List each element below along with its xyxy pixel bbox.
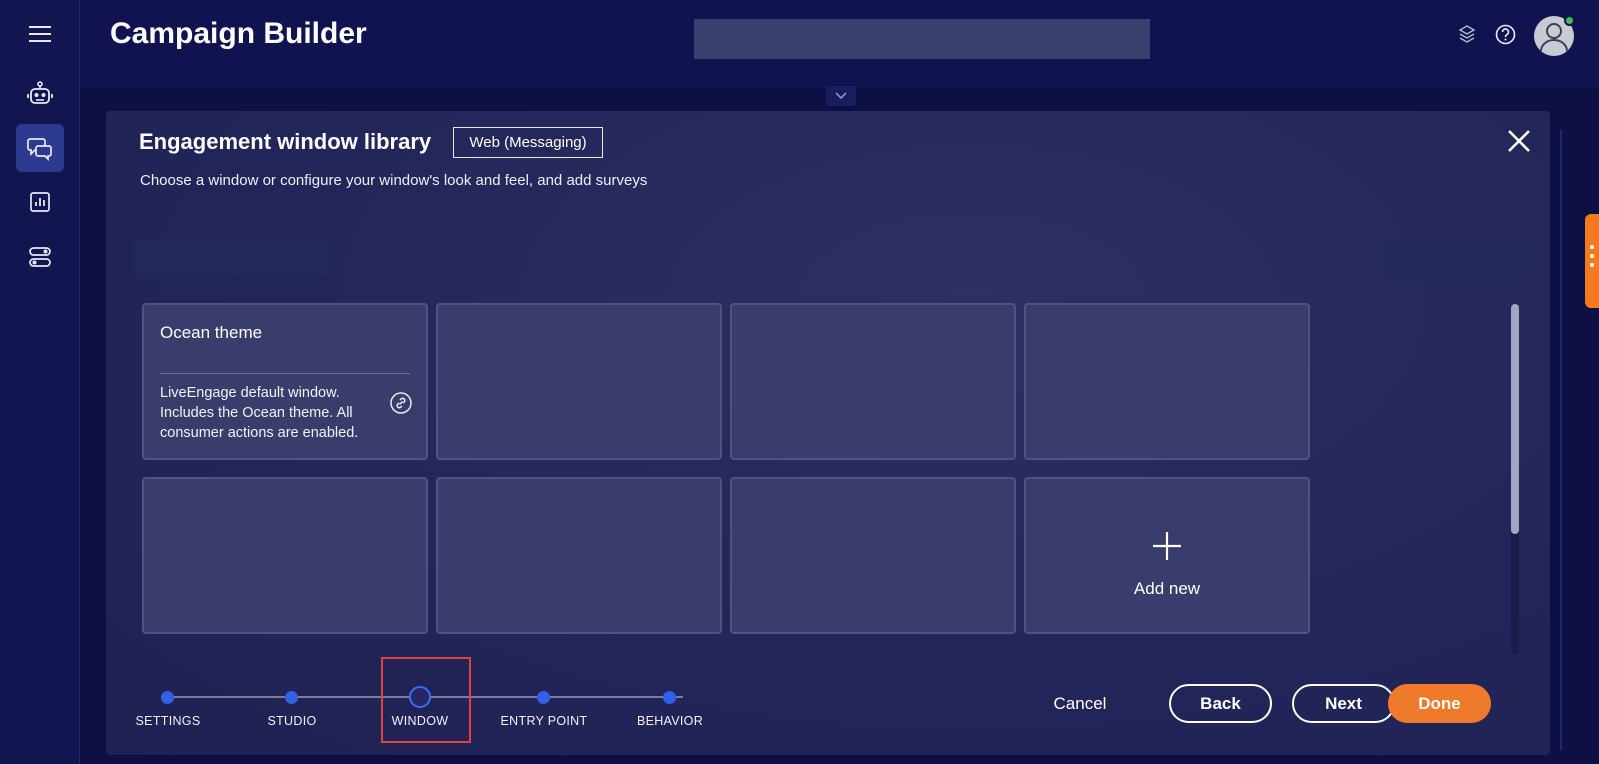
step-dot-settings[interactable]	[161, 691, 174, 704]
step-label-behavior: BEHAVIOR	[636, 714, 704, 728]
current-step-highlight	[381, 657, 471, 743]
help-icon	[1495, 24, 1516, 45]
menu-icon	[29, 26, 51, 42]
top-header: Campaign Builder	[80, 0, 1599, 88]
window-card[interactable]	[436, 477, 722, 634]
card-divider	[160, 373, 410, 374]
left-sidebar	[0, 0, 80, 764]
sidebar-item-bots[interactable]	[16, 70, 64, 118]
step-label-studio: STUDIO	[267, 714, 317, 728]
modal-subtitle: Choose a window or configure your window…	[140, 172, 648, 189]
chevron-down-icon	[835, 92, 847, 100]
add-new-window-card[interactable]: Add new	[1024, 477, 1310, 634]
layers-button[interactable]	[1458, 24, 1476, 49]
plus-icon	[1152, 531, 1182, 566]
close-icon	[1508, 130, 1530, 152]
window-card[interactable]	[436, 303, 722, 460]
help-button[interactable]	[1495, 24, 1516, 50]
right-rail-divider	[1560, 130, 1562, 750]
side-panel-handle[interactable]	[1585, 214, 1599, 308]
step-label-settings: SETTINGS	[135, 714, 201, 728]
scrollbar-thumb[interactable]	[1511, 304, 1519, 534]
modal-title: Engagement window library	[139, 129, 432, 154]
toggles-icon	[29, 247, 51, 267]
add-new-label: Add new	[1133, 579, 1201, 598]
handle-dot	[1590, 254, 1594, 258]
window-card[interactable]	[730, 303, 1016, 460]
sidebar-item-reports[interactable]	[16, 178, 64, 226]
scrollbar[interactable]	[1511, 304, 1519, 654]
window-card[interactable]	[730, 477, 1016, 634]
placeholder-block	[134, 239, 328, 274]
close-button[interactable]	[1506, 128, 1532, 154]
engagement-window-library-modal: Engagement window library Web (Messaging…	[106, 111, 1550, 755]
window-card-ocean-theme[interactable]: Ocean theme LiveEngage default window. I…	[142, 303, 428, 460]
handle-dot	[1590, 263, 1594, 267]
report-chart-icon	[30, 192, 50, 212]
placeholder-block	[1389, 239, 1522, 280]
step-dot-entry-point[interactable]	[537, 691, 550, 704]
channel-badge: Web (Messaging)	[453, 127, 603, 158]
next-button[interactable]: Next	[1292, 684, 1395, 723]
sidebar-item-settings[interactable]	[16, 233, 64, 281]
page-title: Campaign Builder	[110, 17, 367, 50]
cancel-button[interactable]: Cancel	[1046, 691, 1114, 717]
collapse-header-toggle[interactable]	[826, 86, 856, 106]
link-button[interactable]	[390, 392, 412, 419]
layers-icon	[1458, 25, 1476, 43]
card-description: LiveEngage default window. Includes the …	[160, 385, 359, 441]
step-dot-studio[interactable]	[285, 691, 298, 704]
window-card[interactable]	[1024, 303, 1310, 460]
bot-icon	[27, 81, 53, 104]
menu-button[interactable]	[16, 10, 64, 58]
back-button[interactable]: Back	[1169, 684, 1272, 723]
link-icon	[390, 392, 412, 414]
card-title: Ocean theme	[160, 323, 263, 342]
handle-dot	[1590, 245, 1594, 249]
step-dot-behavior[interactable]	[663, 691, 676, 704]
done-button[interactable]: Done	[1388, 684, 1491, 723]
header-search-bar[interactable]	[694, 19, 1150, 59]
sidebar-item-campaigns[interactable]	[16, 124, 64, 172]
chat-bubbles-icon	[27, 138, 52, 161]
window-card[interactable]	[142, 477, 428, 634]
online-status-dot	[1564, 15, 1575, 26]
step-label-entry-point: ENTRY POINT	[500, 714, 588, 728]
